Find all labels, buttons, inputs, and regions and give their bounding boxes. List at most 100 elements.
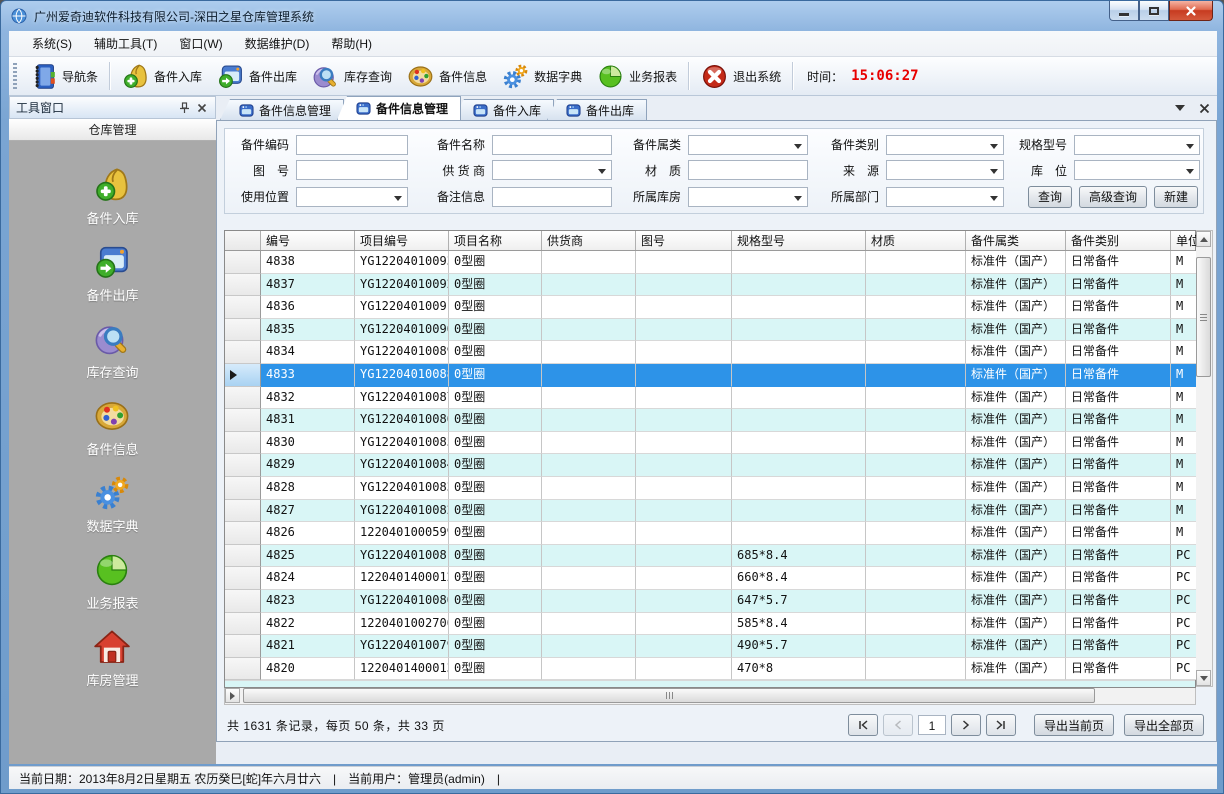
cell-category[interactable]: 标准件（国产） (966, 319, 1066, 342)
cell-material[interactable] (866, 500, 966, 523)
cell-spec[interactable] (732, 522, 866, 545)
cell-spec[interactable] (732, 387, 866, 410)
cell-spec[interactable] (732, 500, 866, 523)
sidebar-item-parts-out[interactable]: 备件出库 (86, 242, 138, 304)
table-row[interactable]: 482212204010027000型圈585*8.4标准件（国产）日常备件PC (225, 613, 1195, 636)
column-header-unit[interactable]: 单位 (1171, 231, 1197, 250)
cell-unit[interactable]: M (1171, 500, 1197, 523)
table-row[interactable]: 4836YG122040100910型圈标准件（国产）日常备件M (225, 296, 1195, 319)
cell-drawing[interactable] (636, 658, 732, 681)
cell-unit[interactable]: M (1171, 341, 1197, 364)
cell-type[interactable]: 日常备件 (1066, 613, 1171, 636)
cell-type[interactable]: 日常备件 (1066, 454, 1171, 477)
cell-id[interactable]: 4829 (261, 454, 355, 477)
cell-unit[interactable]: PC (1171, 613, 1197, 636)
vertical-scroll-thumb[interactable] (1196, 257, 1211, 377)
table-row[interactable]: 4830YG122040100850型圈标准件（国产）日常备件M (225, 432, 1195, 455)
table-row[interactable]: 4837YG122040100920型圈标准件（国产）日常备件M (225, 274, 1195, 297)
cell-code[interactable]: 1220401002700 (355, 613, 449, 636)
scroll-right-arrow[interactable] (225, 688, 240, 703)
cell-name[interactable]: 0型圈 (449, 409, 542, 432)
cell-name[interactable]: 0型圈 (449, 567, 542, 590)
cell-supplier[interactable] (542, 387, 636, 410)
table-row[interactable]: 4828YG122040100830型圈标准件（国产）日常备件M (225, 477, 1195, 500)
toolbar-button-parts-in[interactable]: 备件入库 (114, 59, 209, 94)
cell-drawing[interactable] (636, 477, 732, 500)
cell-name[interactable]: 0型圈 (449, 319, 542, 342)
row-selector[interactable] (225, 341, 261, 364)
cell-material[interactable] (866, 658, 966, 681)
use-position-select[interactable] (296, 187, 408, 207)
cell-code[interactable]: 1220401000599 (355, 522, 449, 545)
table-row[interactable]: 482612204010005990型圈标准件（国产）日常备件M (225, 522, 1195, 545)
next-page-button[interactable] (951, 714, 981, 736)
table-row[interactable]: 4834YG122040100890型圈标准件（国产）日常备件M (225, 341, 1195, 364)
tab-parts-info-mgmt-2[interactable]: 备件信息管理 (337, 96, 461, 120)
cell-id[interactable]: 4828 (261, 477, 355, 500)
table-row[interactable]: 4833YG122040100880型圈标准件（国产）日常备件M (225, 364, 1195, 387)
cell-drawing[interactable] (636, 613, 732, 636)
column-header-drawing[interactable]: 图号 (636, 231, 732, 250)
cell-category[interactable]: 标准件（国产） (966, 251, 1066, 274)
cell-id[interactable]: 4834 (261, 341, 355, 364)
cell-drawing[interactable] (636, 432, 732, 455)
column-header-code[interactable]: 项目编号 (355, 231, 449, 250)
cell-name[interactable]: 0型圈 (449, 387, 542, 410)
cell-material[interactable] (866, 454, 966, 477)
cell-material[interactable] (866, 319, 966, 342)
cell-spec[interactable] (732, 364, 866, 387)
cell-type[interactable]: 日常备件 (1066, 545, 1171, 568)
cell-unit[interactable]: PC (1171, 658, 1197, 681)
cell-unit[interactable]: M (1171, 454, 1197, 477)
cell-name[interactable]: 0型圈 (449, 545, 542, 568)
cell-category[interactable]: 标准件（国产） (966, 522, 1066, 545)
cell-id[interactable]: 4821 (261, 635, 355, 658)
cell-code[interactable]: YG12204010090 (355, 319, 449, 342)
toolbar-button-parts-out[interactable]: 备件出库 (209, 59, 304, 94)
horizontal-scrollbar[interactable] (224, 688, 1196, 705)
cell-drawing[interactable] (636, 319, 732, 342)
table-row[interactable]: 482012204014000130型圈470*8标准件（国产）日常备件PC (225, 658, 1195, 681)
page-number-input[interactable]: 1 (918, 715, 946, 735)
cell-unit[interactable]: M (1171, 364, 1197, 387)
cell-material[interactable] (866, 545, 966, 568)
toolbar-button-exit[interactable]: 退出系统 (693, 59, 788, 94)
cell-material[interactable] (866, 432, 966, 455)
cell-type[interactable]: 日常备件 (1066, 274, 1171, 297)
cell-drawing[interactable] (636, 545, 732, 568)
row-selector[interactable] (225, 545, 261, 568)
cell-id[interactable]: 4835 (261, 319, 355, 342)
cell-unit[interactable]: M (1171, 296, 1197, 319)
row-selector[interactable] (225, 454, 261, 477)
cell-type[interactable]: 日常备件 (1066, 658, 1171, 681)
tab-parts-out[interactable]: 备件出库 (547, 99, 647, 120)
cell-name[interactable]: 0型圈 (449, 341, 542, 364)
cell-material[interactable] (866, 364, 966, 387)
cell-spec[interactable]: 490*5.7 (732, 635, 866, 658)
table-row[interactable]: 4829YG122040100840型圈标准件（国产）日常备件M (225, 454, 1195, 477)
scroll-down-arrow[interactable] (1196, 670, 1211, 686)
cell-id[interactable]: 4833 (261, 364, 355, 387)
cell-spec[interactable]: 585*8.4 (732, 613, 866, 636)
sidebar-item-stock-query[interactable]: 库存查询 (86, 319, 138, 381)
cell-code[interactable]: YG12204010092 (355, 274, 449, 297)
cell-id[interactable]: 4831 (261, 409, 355, 432)
cell-name[interactable]: 0型圈 (449, 477, 542, 500)
cell-code[interactable]: YG12204010083 (355, 477, 449, 500)
cell-supplier[interactable] (542, 500, 636, 523)
toolbar-button-report[interactable]: 业务报表 (589, 59, 684, 94)
cell-spec[interactable] (732, 477, 866, 500)
cell-category[interactable]: 标准件（国产） (966, 567, 1066, 590)
cell-category[interactable]: 标准件（国产） (966, 432, 1066, 455)
cell-supplier[interactable] (542, 454, 636, 477)
cell-id[interactable]: 4822 (261, 613, 355, 636)
cell-drawing[interactable] (636, 251, 732, 274)
cell-id[interactable]: 4827 (261, 500, 355, 523)
cell-category[interactable]: 标准件（国产） (966, 613, 1066, 636)
cell-supplier[interactable] (542, 545, 636, 568)
toolbar-button-stock-query[interactable]: 库存查询 (304, 59, 399, 94)
cell-material[interactable] (866, 590, 966, 613)
cell-name[interactable]: 0型圈 (449, 635, 542, 658)
column-header-id[interactable]: 编号 (261, 231, 355, 250)
cell-name[interactable]: 0型圈 (449, 274, 542, 297)
